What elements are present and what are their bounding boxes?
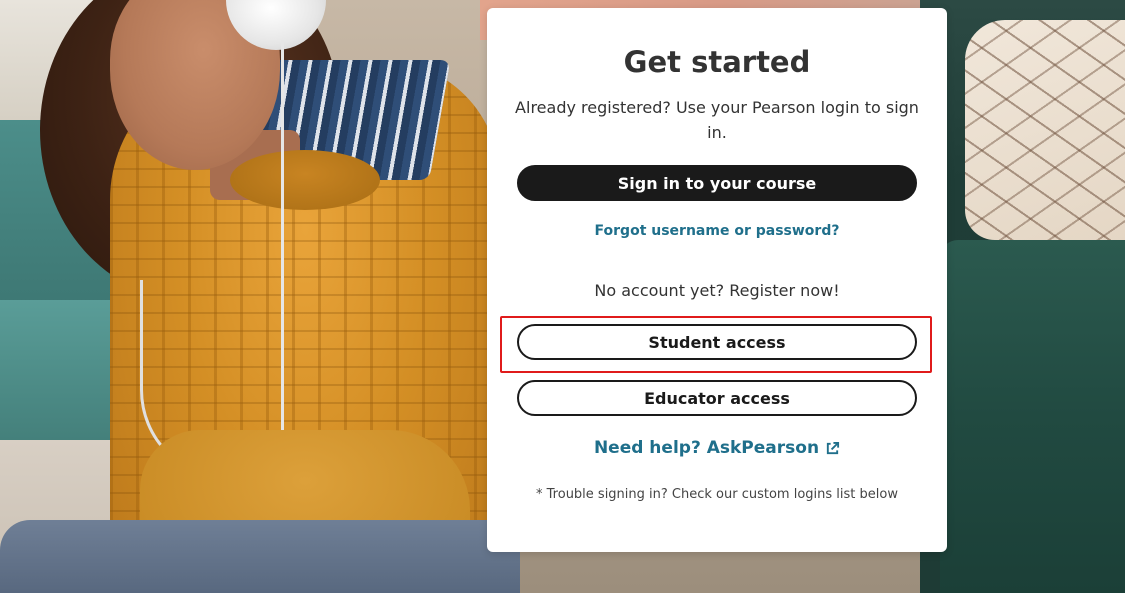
forgot-password-link[interactable]: Forgot username or password?: [487, 223, 947, 239]
woman-sweater-neckline: [230, 150, 380, 210]
page-title: Get started: [623, 45, 811, 79]
ask-pearson-link[interactable]: Need help? AskPearson: [487, 438, 947, 458]
register-text: No account yet? Register now!: [594, 281, 840, 300]
ask-pearson-label: Need help? AskPearson: [593, 438, 820, 458]
sign-in-button[interactable]: Sign in to your course: [517, 165, 917, 201]
get-started-card: Get started Already registered? Use your…: [487, 8, 947, 552]
woman-jeans: [0, 520, 520, 593]
background-sofa-arm: [940, 240, 1125, 593]
student-access-button[interactable]: Student access: [517, 324, 917, 360]
trouble-signing-in-text: * Trouble signing in? Check our custom l…: [536, 487, 898, 502]
background-pillow: [965, 20, 1125, 240]
intro-text: Already registered? Use your Pearson log…: [515, 98, 919, 142]
external-link-icon: [826, 441, 840, 454]
educator-access-button[interactable]: Educator access: [517, 380, 917, 416]
